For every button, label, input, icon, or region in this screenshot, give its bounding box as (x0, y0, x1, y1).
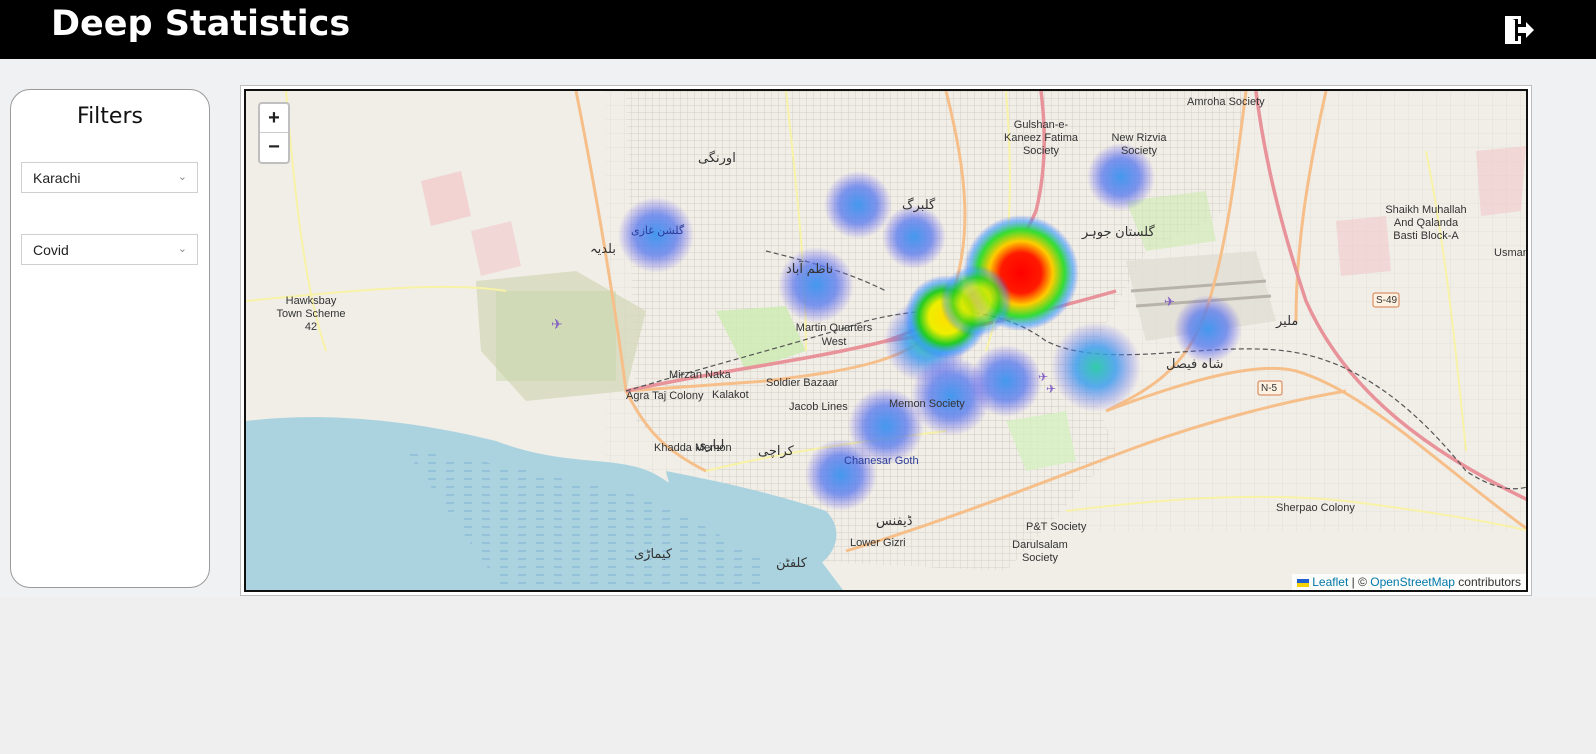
zoom-in-button[interactable]: + (260, 104, 288, 133)
map-label: Kalakot (712, 389, 749, 401)
map-label: S-49 (1376, 295, 1398, 306)
map-label: ڈیفنس (876, 513, 913, 528)
logout-icon[interactable] (1501, 13, 1537, 47)
map-label: گلشن غازی (631, 225, 685, 237)
svg-text:✈: ✈ (551, 317, 563, 333)
attribution-suffix: contributors (1454, 575, 1521, 589)
zoom-out-button[interactable]: − (260, 133, 288, 162)
city-select-value: Karachi (33, 170, 81, 186)
map-label: Chanesar Goth (844, 455, 919, 467)
map-label: اورنگی (698, 150, 736, 165)
map-label: ناظم آباد (786, 261, 834, 276)
leaflet-link[interactable]: Leaflet (1312, 575, 1348, 589)
map-label: Shaikh Muhallah And Qalanda Basti Block-… (1385, 204, 1467, 242)
map-label: Mirzan Naka (669, 369, 731, 381)
svg-text:✈: ✈ (1164, 295, 1175, 310)
heatmap-map[interactable]: ✈ ✈ ✈ ✈ Hawksbay Town Scheme 42 Martin Q… (244, 89, 1528, 592)
map-label: کیماڑی (634, 546, 673, 561)
map-label: Usman (1494, 247, 1528, 259)
map-label: P&T Society (1026, 521, 1087, 533)
map-label: New Rizvia Society (1111, 132, 1167, 157)
map-label: Agra Taj Colony (626, 390, 704, 402)
map-label: بلدیہ (590, 241, 616, 256)
map-label: شاہ فیصل (1166, 356, 1224, 371)
chevron-down-icon: ⌄ (177, 243, 187, 255)
map-label: N-5 (1261, 383, 1278, 394)
map-label: Amroha Society (1187, 96, 1265, 108)
app-title: Deep Statistics (51, 4, 351, 44)
map-label: Memon Society (889, 398, 965, 410)
dataset-select[interactable]: Covid ⌄ (21, 234, 198, 265)
map-label: Gulshan-e-Kaneez Fatima Society (1004, 119, 1078, 157)
top-navbar: Deep Statistics (0, 0, 1596, 59)
zoom-control: + − (258, 102, 290, 164)
city-select[interactable]: Karachi ⌄ (21, 162, 198, 193)
chevron-down-icon: ⌄ (177, 171, 187, 183)
filters-panel: Filters Karachi ⌄ Covid ⌄ (10, 89, 210, 588)
map-label: ملیر (1276, 313, 1299, 328)
svg-text:✈: ✈ (1046, 382, 1056, 396)
map-label: Soldier Bazaar (766, 377, 839, 389)
map-label: Lower Gizri (850, 537, 906, 549)
osm-link[interactable]: OpenStreetMap (1370, 575, 1455, 589)
filters-title: Filters (77, 104, 143, 129)
map-label: Hawksbay Town Scheme 42 (276, 295, 346, 333)
map-label: گلبرگ (902, 197, 936, 212)
flag-icon (1297, 578, 1310, 587)
map-label: Darulsalam Society (1012, 539, 1068, 564)
attribution-separator: | © (1348, 575, 1371, 589)
page-bottom-area (0, 597, 1596, 754)
map-label: Jacob Lines (789, 401, 848, 413)
map-attribution: Leaflet | © OpenStreetMap contributors (1292, 574, 1526, 590)
map-label: کلفٹن (776, 555, 807, 570)
map-label: گلستان جوہر (1082, 224, 1155, 239)
map-label: لیاری (696, 437, 725, 452)
map-label: کراچی (758, 443, 794, 458)
map-label: Sherpao Colony (1276, 502, 1355, 514)
dataset-select-value: Covid (33, 242, 69, 258)
map-label: Martin Quarters West (795, 322, 873, 348)
